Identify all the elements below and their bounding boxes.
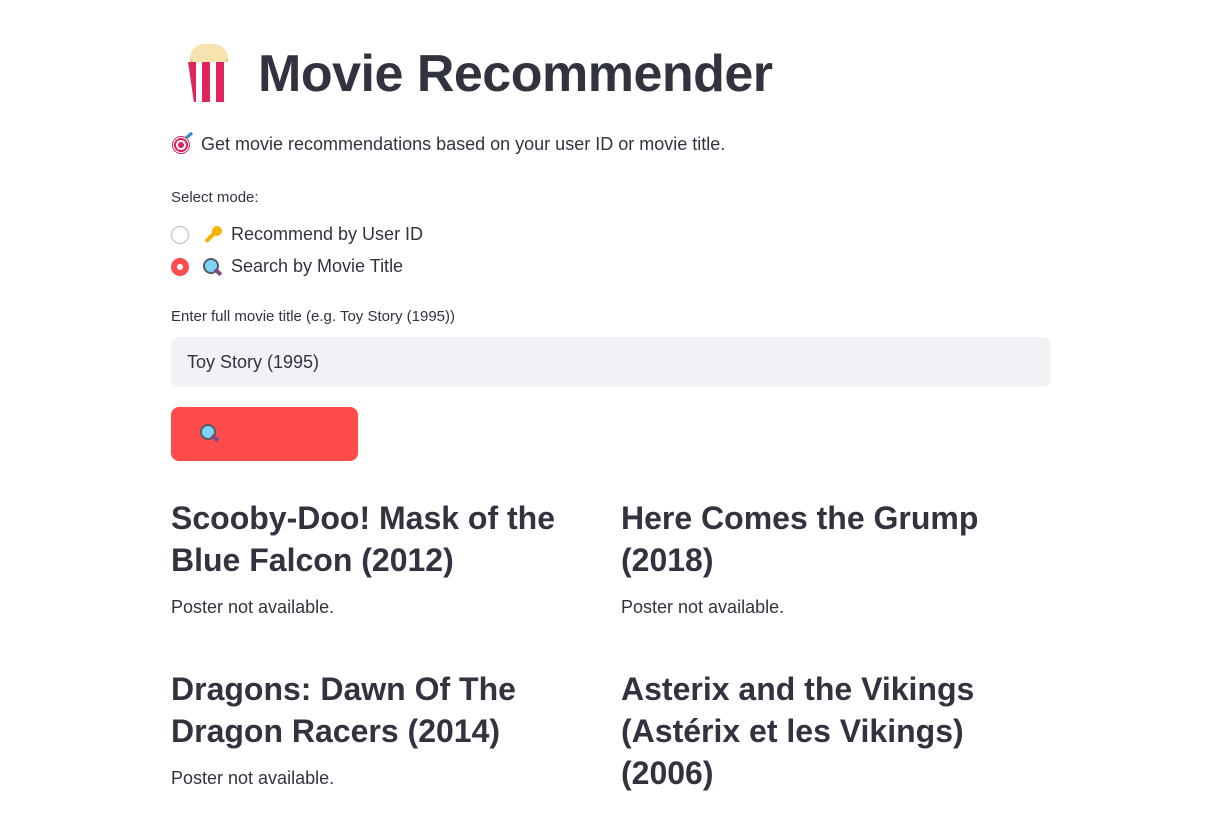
recommendation-card: Dragons: Dawn Of The Dragon Racers (2014… [171, 668, 581, 789]
radio-button-unselected[interactable] [171, 225, 189, 244]
recommendation-card: Asterix and the Vikings (Astérix et les … [621, 668, 1001, 794]
poster-status: Poster not available. [171, 768, 335, 788]
popcorn-icon [186, 44, 232, 104]
movie-title-input[interactable] [171, 337, 1051, 387]
recommendation-title: Scooby-Doo! Mask of the Blue Falcon (201… [171, 500, 556, 578]
magnifier-icon [199, 423, 220, 443]
radio-button-selected[interactable] [171, 257, 189, 276]
recommendation-title: Dragons: Dawn Of The Dragon Racers (2014… [171, 671, 516, 749]
recommendation-card: Scooby-Doo! Mask of the Blue Falcon (201… [171, 497, 581, 618]
page-subtitle: Get movie recommendations based on your … [172, 134, 725, 155]
poster-status: Poster not available. [171, 597, 335, 617]
movie-title-label: Enter full movie title (e.g. Toy Story (… [171, 308, 456, 325]
page-header: Movie Recommender [186, 44, 773, 104]
target-icon [172, 135, 190, 154]
radio-option-movie-title[interactable]: Search by Movie Title [171, 256, 403, 277]
mode-label: Select mode: [171, 189, 259, 206]
poster-status: Poster not available. [621, 597, 785, 617]
radio-label-movie-title: Search by Movie Title [231, 256, 404, 276]
recommendation-title: Asterix and the Vikings (Astérix et les … [621, 671, 975, 791]
recommendation-card: Here Comes the Grump (2018) Poster not a… [621, 497, 1031, 618]
radio-option-user-id[interactable]: Recommend by User ID [171, 224, 423, 245]
recommendation-title: Here Comes the Grump (2018) [621, 500, 979, 578]
app-page: Movie Recommender Get movie recommendati… [0, 0, 1218, 826]
radio-label-user-id: Recommend by User ID [231, 224, 424, 244]
search-button[interactable] [171, 407, 358, 461]
key-icon [202, 225, 222, 245]
subtitle-text: Get movie recommendations based on your … [201, 134, 726, 154]
page-title: Movie Recommender [258, 45, 773, 103]
magnifier-icon [202, 257, 223, 277]
